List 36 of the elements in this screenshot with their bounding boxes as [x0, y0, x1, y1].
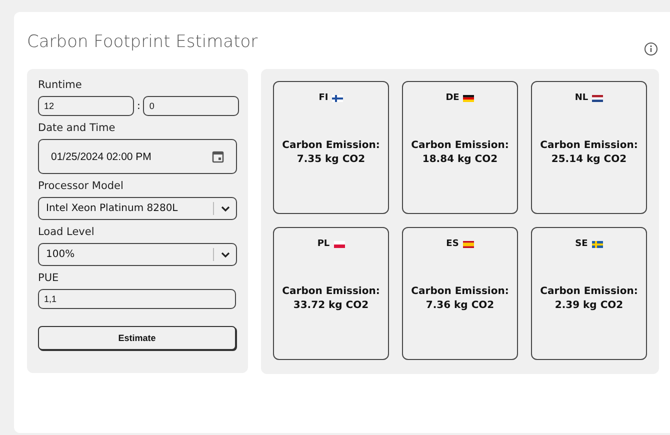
flag-icon	[592, 94, 604, 102]
emission-text: Carbon Emission: 2.39 kg CO2	[540, 285, 638, 312]
page-title: Carbon Footprint Estimator	[27, 30, 258, 52]
flag-icon	[334, 240, 345, 248]
emission-text: Carbon Emission: 18.84 kg CO2	[411, 139, 509, 166]
field-label: Runtime	[38, 79, 83, 91]
emission-text: Carbon Emission: 33.72 kg CO2	[282, 285, 380, 312]
calendar-icon[interactable]	[212, 150, 224, 163]
country-code: DE	[446, 93, 460, 103]
flag-icon	[463, 94, 474, 102]
field-label: Processor Model	[38, 180, 124, 192]
load-select[interactable]: 100%	[38, 243, 237, 266]
pue-input[interactable]: 1,1	[38, 289, 236, 309]
info-icon[interactable]	[644, 42, 658, 56]
emission-text: Carbon Emission: 7.36 kg CO2	[411, 285, 509, 312]
flag-icon	[332, 94, 344, 102]
flag-icon	[462, 240, 474, 248]
country-code: ES	[446, 239, 459, 249]
country-code: NL	[574, 93, 588, 103]
chevron-down-icon	[221, 206, 230, 212]
hours-input[interactable]: 12	[38, 96, 134, 116]
field-label: PUE	[38, 272, 60, 284]
processor-select[interactable]: Intel Xeon Platinum 8280L	[38, 197, 237, 220]
country-code: PL	[317, 239, 330, 249]
field-label: Load Level	[38, 226, 96, 238]
chevron-down-icon	[221, 252, 230, 258]
country-code: FI	[318, 93, 328, 103]
minutes-input[interactable]: 0	[143, 96, 240, 116]
country-code: SE	[575, 239, 588, 249]
emission-text: Carbon Emission: 7.35 kg CO2	[282, 139, 380, 166]
field-label: Date and Time	[38, 122, 116, 134]
flag-icon	[592, 240, 603, 248]
separator: :	[137, 100, 140, 112]
emission-text: Carbon Emission: 25.14 kg CO2	[540, 139, 638, 166]
estimate-button[interactable]: Estimate	[38, 326, 236, 350]
datetime-field[interactable]: 01/25/2024 02:00 PM	[38, 139, 237, 174]
